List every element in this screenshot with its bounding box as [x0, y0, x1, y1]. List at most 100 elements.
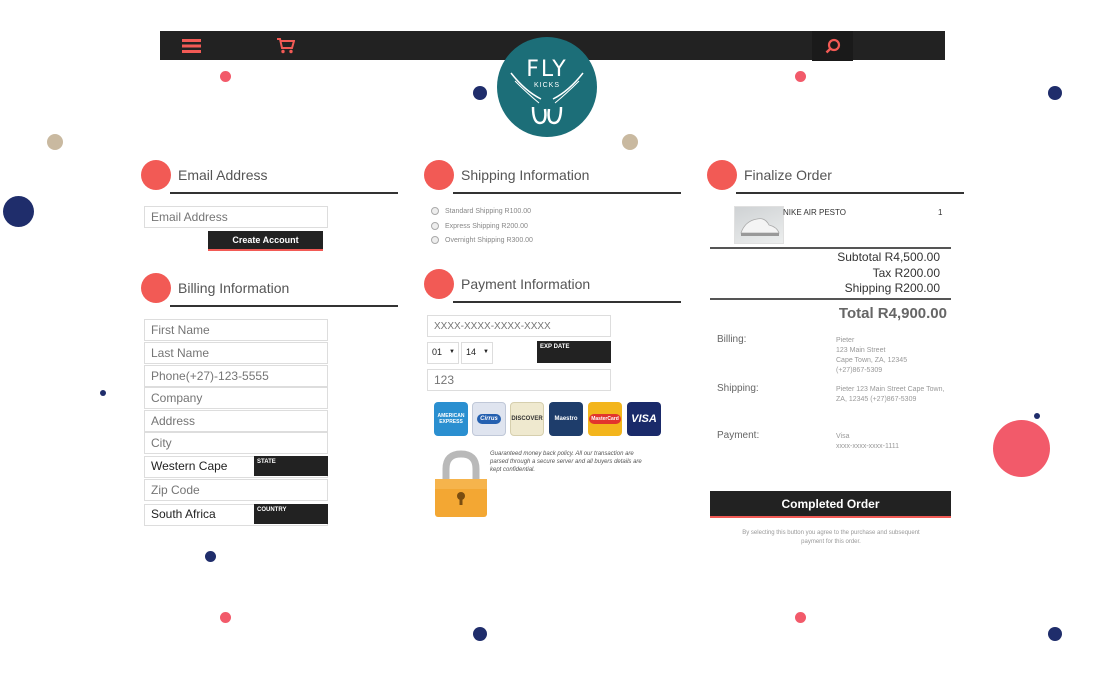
product-thumbnail: [734, 206, 784, 244]
create-account-button[interactable]: Create Account: [208, 231, 323, 251]
chevron-down-icon: ▼: [449, 349, 455, 355]
shipping-option-label: Overnight Shipping R300.00: [445, 236, 533, 244]
order-section-title: Finalize Order: [744, 167, 832, 183]
decor-dot: [622, 134, 638, 150]
discover-card-icon: DISCOVER: [510, 402, 544, 436]
section-divider: [453, 301, 681, 303]
shipping-label: Shipping:: [717, 383, 759, 394]
first-name-input[interactable]: [144, 319, 328, 341]
exp-month-select[interactable]: 01 ▼: [427, 342, 459, 364]
decor-dot: [205, 551, 216, 562]
shipping-option-label: Express Shipping R200.00: [445, 222, 528, 230]
visa-card-icon: VISA: [627, 402, 661, 436]
exp-year-select[interactable]: 14 ▼: [461, 342, 493, 364]
section-divider: [170, 305, 398, 307]
last-name-input[interactable]: [144, 342, 328, 364]
billing-label: Billing:: [717, 334, 747, 345]
decor-dot: [1048, 86, 1062, 100]
tax-text: Tax R200.00: [872, 266, 940, 280]
card-label: MasterCard: [589, 414, 621, 424]
section-bullet: [141, 160, 171, 190]
shipping-option-express[interactable]: Express Shipping R200.00: [431, 222, 528, 230]
email-input[interactable]: [144, 206, 328, 228]
email-section-header: Email Address: [141, 160, 401, 194]
lock-icon: [433, 449, 489, 519]
exp-month-value: 01: [432, 347, 443, 357]
radio-button[interactable]: [431, 207, 439, 215]
logo-main-text: FLY: [526, 57, 568, 82]
brand-logo[interactable]: FLY KICKS: [497, 37, 597, 137]
city-input[interactable]: [144, 432, 328, 454]
exp-year-value: 14: [466, 347, 477, 357]
address-input[interactable]: [144, 410, 328, 432]
section-bullet: [707, 160, 737, 190]
total-text: Total R4,900.00: [838, 305, 947, 322]
decor-dot: [1034, 413, 1040, 419]
billing-section-header: Billing Information: [141, 273, 401, 307]
decor-dot: [473, 86, 487, 100]
zip-code-input[interactable]: [144, 479, 328, 501]
mastercard-card-icon: MasterCard: [588, 402, 622, 436]
card-number-input[interactable]: [427, 315, 611, 337]
decor-dot: [100, 390, 106, 396]
section-divider: [453, 192, 681, 194]
shipping-value: Pieter 123 Main Street Cape Town, ZA, 12…: [836, 386, 945, 403]
decor-dot: [795, 71, 806, 82]
decor-dot: [993, 420, 1050, 477]
country-tag: COUNTRY: [254, 504, 328, 524]
decor-dot: [1048, 627, 1062, 641]
decor-dot: [220, 612, 231, 623]
billing-section-title: Billing Information: [178, 280, 290, 296]
terms-text: By selecting this button you agree to th…: [742, 530, 920, 545]
email-section-title: Email Address: [178, 167, 268, 183]
shipping-section-header: Shipping Information: [424, 160, 684, 194]
shipping-option-standard[interactable]: Standard Shipping R100.00: [431, 207, 531, 215]
phone-input[interactable]: [144, 365, 328, 387]
card-label: VISA: [631, 413, 657, 425]
payment-section-header: Payment Information: [424, 269, 684, 303]
shipping-option-overnight[interactable]: Overnight Shipping R300.00: [431, 236, 533, 244]
card-label: AMERICAN EXPRESS: [437, 413, 465, 425]
shipping-cost-text: Shipping R200.00: [844, 281, 940, 295]
section-divider: [170, 192, 398, 194]
subtotal-text: Subtotal R4,500.00: [837, 250, 940, 264]
completed-order-button[interactable]: Completed Order: [710, 491, 951, 518]
exp-date-tag: EXP DATE: [537, 341, 611, 363]
payment-label: Payment:: [717, 430, 760, 441]
decor-dot: [47, 134, 63, 150]
section-bullet: [424, 160, 454, 190]
radio-button[interactable]: [431, 236, 439, 244]
product-name: NIKE AIR PESTO: [783, 208, 846, 217]
shipping-option-label: Standard Shipping R100.00: [445, 207, 532, 215]
section-bullet: [141, 273, 171, 303]
cvv-input[interactable]: [427, 369, 611, 391]
card-label: Cirrus: [477, 414, 501, 424]
amex-card-icon: AMERICAN EXPRESS: [434, 402, 468, 436]
decor-dot: [220, 71, 231, 82]
billing-value: Pieter 123 Main Street Cape Town, ZA, 12…: [836, 337, 908, 374]
decor-dot: [473, 627, 487, 641]
section-divider: [736, 192, 964, 194]
order-section-header: Finalize Order: [707, 160, 967, 194]
cirrus-card-icon: Cirrus: [472, 402, 506, 436]
summary-divider: [710, 247, 951, 249]
payment-value: Visa xxxx-xxxx-xxxx-1111: [836, 433, 900, 450]
product-quantity: 1: [938, 208, 943, 217]
search-icon[interactable]: [812, 31, 853, 61]
section-bullet: [424, 269, 454, 299]
decor-dot: [795, 612, 806, 623]
maestro-card-icon: Maestro: [549, 402, 583, 436]
decor-dot: [3, 196, 34, 227]
payment-section-title: Payment Information: [461, 276, 591, 292]
card-label: DISCOVER: [511, 416, 543, 422]
menu-icon[interactable]: [180, 31, 202, 60]
cart-icon[interactable]: [276, 31, 296, 60]
guarantee-text: Guaranteed money back policy. All our tr…: [490, 451, 642, 473]
state-tag: STATE: [254, 456, 328, 476]
radio-button[interactable]: [431, 222, 439, 230]
summary-divider: [710, 298, 951, 300]
logo-sub-text: KICKS: [533, 82, 560, 89]
company-input[interactable]: [144, 387, 328, 409]
shipping-section-title: Shipping Information: [461, 167, 590, 183]
state-value: Western Cape: [151, 459, 228, 473]
